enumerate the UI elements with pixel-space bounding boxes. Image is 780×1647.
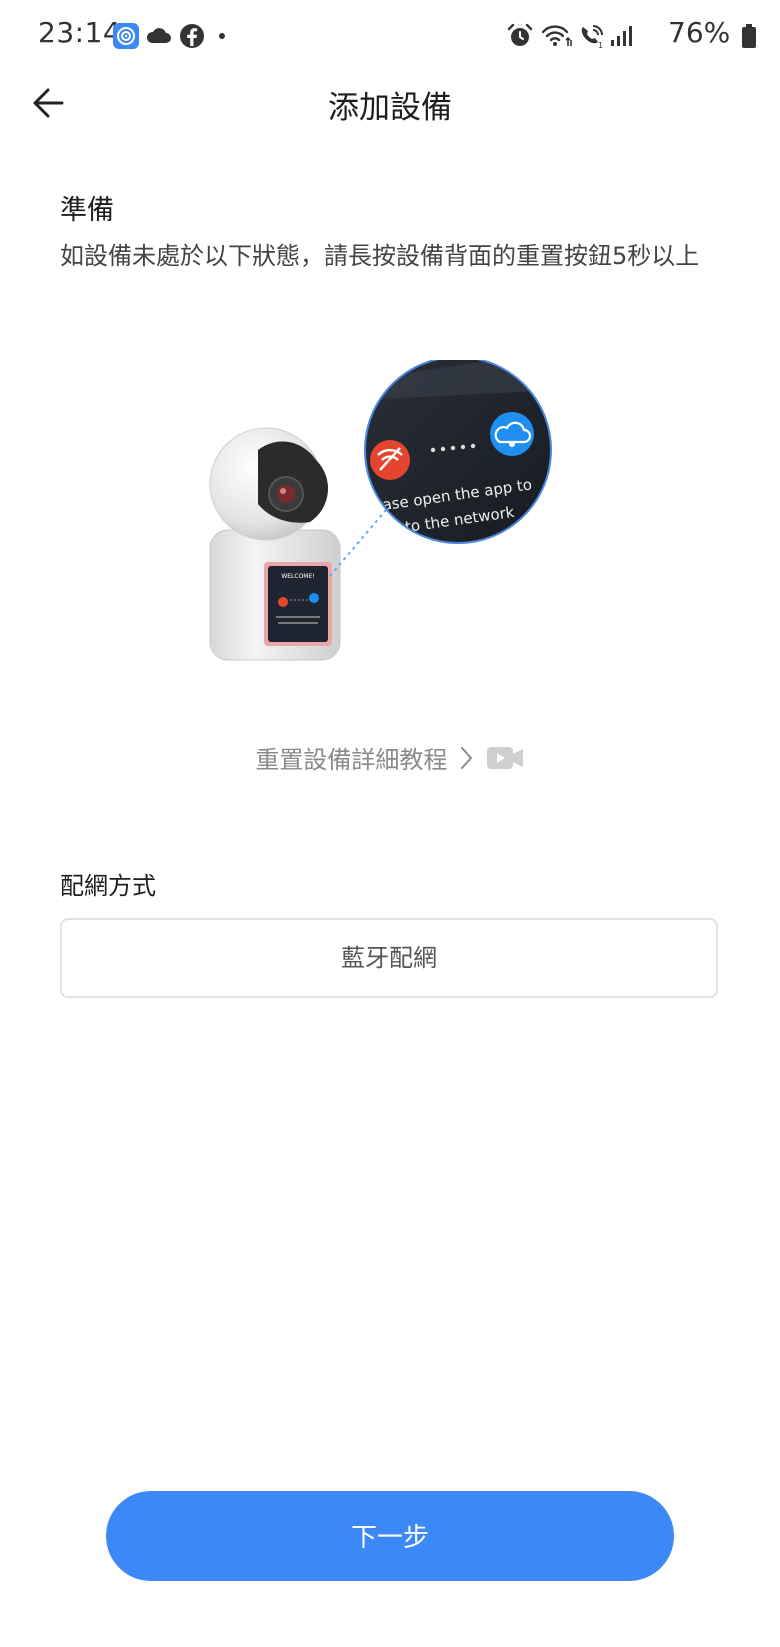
video-icon xyxy=(486,746,523,769)
battery-percent: 76% xyxy=(668,16,731,49)
dot-icon xyxy=(219,33,225,39)
alarm-icon xyxy=(507,23,533,46)
reset-device-illustration: WELCOME! lease open the app to ect to th… xyxy=(209,360,552,661)
app-header: 添加設備 xyxy=(0,72,780,136)
cloud-network-icon xyxy=(490,412,534,456)
next-button[interactable]: 下一步 xyxy=(106,1491,674,1581)
camera-device: WELCOME! xyxy=(209,427,341,661)
preparation-description: 如設備未處於以下狀態，請長按設備背面的重置按鈕5秒以上 xyxy=(60,242,700,270)
preparation-heading: 準備 xyxy=(60,195,114,226)
status-bar: 23:14 1 76% xyxy=(0,0,780,72)
battery-icon xyxy=(742,24,756,48)
reset-tutorial-link[interactable]: 重置設備詳細教程 xyxy=(0,740,780,775)
facebook-icon xyxy=(180,24,204,48)
svg-text:1: 1 xyxy=(598,41,603,50)
signal-icon xyxy=(611,26,632,46)
page-title: 添加設備 xyxy=(328,90,452,126)
wifi-calling-icon: 1 xyxy=(581,25,603,50)
device-label: WELCOME! xyxy=(281,573,314,580)
add-device-screen: 23:14 1 76% 添加設備 準備 如設備未處於以下狀態，請長按設備背面的重… xyxy=(0,0,780,1647)
reset-tutorial-label: 重置設備詳細教程 xyxy=(255,746,448,774)
status-time: 23:14 xyxy=(38,16,122,49)
wifi-off-icon xyxy=(370,440,410,480)
network-method-select[interactable]: 藍牙配網 xyxy=(60,918,718,998)
zoomed-screen: lease open the app to ect to the network xyxy=(364,360,552,544)
app-icon xyxy=(113,23,139,49)
wifi-icon xyxy=(541,25,572,46)
network-method-label: 配網方式 xyxy=(60,872,156,900)
cloud-icon xyxy=(146,28,171,43)
chevron-right-icon xyxy=(461,746,472,769)
